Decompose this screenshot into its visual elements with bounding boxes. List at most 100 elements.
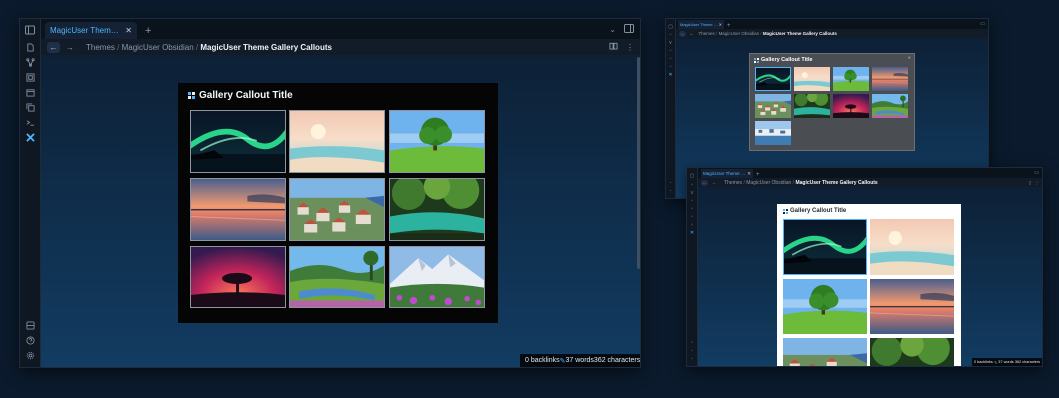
- right-sidebar-toggle-icon[interactable]: ▭: [1034, 170, 1039, 176]
- help-icon[interactable]: ◦: [687, 347, 698, 355]
- gallery-image-pastel-beach[interactable]: [289, 110, 385, 173]
- gallery-image-aurora-lake[interactable]: [783, 219, 867, 275]
- new-tab-button[interactable]: +: [145, 25, 151, 37]
- gallery-image-coastal-village[interactable]: [755, 94, 791, 118]
- settings-gear-icon[interactable]: ◦: [666, 187, 676, 195]
- gallery-image-lone-tree-meadow[interactable]: [833, 67, 869, 91]
- more-options-icon[interactable]: ⋮: [1035, 180, 1039, 185]
- forward-arrow-icon[interactable]: →: [689, 31, 694, 36]
- gallery-image-valley-river[interactable]: [289, 246, 385, 308]
- tab-close-icon[interactable]: ✕: [747, 171, 751, 177]
- tab-close-icon[interactable]: ✕: [125, 26, 132, 35]
- magic-x-icon[interactable]: [20, 130, 41, 145]
- gallery-image-sunset-reflection[interactable]: [190, 178, 286, 241]
- tab-list-chevron-icon[interactable]: ⌄: [609, 25, 616, 34]
- help-icon[interactable]: [20, 333, 41, 348]
- gallery-image-snowy-mountain-flowers[interactable]: [389, 246, 485, 308]
- character-count: 362 characters: [593, 357, 641, 364]
- calendar-icon[interactable]: ▫: [666, 55, 676, 63]
- tabbar-right-controls: ▭: [980, 21, 985, 27]
- canvas-icon[interactable]: [20, 70, 41, 85]
- calendar-icon[interactable]: [20, 85, 41, 100]
- gallery-image-red-sky-tree[interactable]: [190, 246, 286, 308]
- file-icon[interactable]: ▫: [666, 31, 676, 39]
- forward-arrow-icon[interactable]: →: [711, 180, 716, 186]
- vault-icon[interactable]: ▫: [687, 339, 698, 347]
- right-sidebar-toggle-icon[interactable]: ▭: [980, 21, 985, 27]
- word-count: 37 words: [998, 360, 1014, 364]
- right-sidebar-toggle-icon[interactable]: [624, 20, 634, 38]
- callout-title: Gallery Callout Title: [790, 208, 847, 214]
- sidebar-toggle-icon[interactable]: ▢: [666, 22, 676, 31]
- breadcrumb-themes[interactable]: Themes: [699, 31, 715, 36]
- reading-view-icon[interactable]: ▯: [1029, 180, 1031, 185]
- gallery-image-coastal-village[interactable]: [289, 178, 385, 241]
- edit-pencil-icon[interactable]: ✎: [994, 360, 997, 365]
- gallery-image-lone-tree-meadow[interactable]: [389, 110, 485, 173]
- help-icon[interactable]: ◦: [666, 179, 676, 187]
- copy-icon[interactable]: ▫: [666, 63, 676, 71]
- copy-icon[interactable]: ▫: [687, 213, 698, 221]
- breadcrumb-folder[interactable]: MagicUser Obsidian: [746, 180, 791, 186]
- gallery-image-pastel-beach[interactable]: [870, 219, 954, 275]
- gallery-image-aurora-lake[interactable]: [755, 67, 791, 91]
- settings-gear-icon[interactable]: ◦: [687, 355, 698, 363]
- gallery-image-aurora-lake[interactable]: [190, 110, 286, 173]
- graph-icon[interactable]: ⋎: [687, 189, 698, 197]
- tab-close-icon[interactable]: ✕: [719, 22, 722, 27]
- graph-icon[interactable]: [20, 55, 41, 70]
- back-arrow-icon[interactable]: ←: [679, 30, 686, 37]
- gallery-image-valley-river[interactable]: [872, 94, 908, 118]
- backlinks-count[interactable]: 0 backlinks: [974, 360, 993, 364]
- nav-right-controls: ▯ ⋮: [1029, 180, 1039, 185]
- forward-arrow-icon[interactable]: →: [66, 43, 74, 52]
- canvas-icon[interactable]: ▫: [687, 197, 698, 205]
- tab-active[interactable]: MagicUser Theme Gall… ✕: [701, 169, 753, 178]
- file-icon[interactable]: [20, 40, 41, 55]
- tab-active[interactable]: MagicUser Theme Gall… ✕: [678, 20, 724, 29]
- tab-bar: MagicUser Theme Gall… ✕ + ⌄: [41, 19, 640, 39]
- breadcrumb-separator: /: [716, 31, 718, 36]
- reading-view-icon[interactable]: [609, 42, 618, 52]
- breadcrumb-themes[interactable]: Themes: [86, 43, 115, 52]
- calendar-icon[interactable]: ▫: [687, 205, 698, 213]
- sidebar-toggle-icon[interactable]: [20, 19, 41, 40]
- magic-x-icon[interactable]: ✕: [666, 71, 676, 79]
- settings-gear-icon[interactable]: [20, 348, 41, 363]
- breadcrumb-folder[interactable]: MagicUser Obsidian: [719, 31, 760, 36]
- canvas-icon[interactable]: ▫: [666, 47, 676, 55]
- gallery-image-sunset-reflection[interactable]: [872, 67, 908, 91]
- gallery-callout: Gallery Callout Title ✕: [749, 53, 915, 151]
- gallery-image-forest-stream[interactable]: [870, 338, 954, 366]
- magic-x-icon[interactable]: ✕: [687, 229, 698, 237]
- graph-icon[interactable]: ⋎: [666, 39, 676, 47]
- status-bar: 0 backlinks ✎ 37 words 362 characters: [520, 354, 640, 367]
- gallery-image-seaside-town[interactable]: [755, 121, 791, 145]
- gallery-image-coastal-village[interactable]: [783, 338, 867, 366]
- breadcrumb-folder[interactable]: MagicUser Obsidian: [122, 43, 194, 52]
- gallery-image-lone-tree-meadow[interactable]: [783, 279, 867, 334]
- gallery-image-forest-stream[interactable]: [794, 94, 830, 118]
- sidebar-toggle-icon[interactable]: ▢: [687, 171, 698, 181]
- back-arrow-icon[interactable]: ←: [701, 179, 708, 186]
- terminal-icon[interactable]: ›: [687, 221, 698, 229]
- backlinks-count[interactable]: 0 backlinks: [525, 357, 560, 364]
- gallery-image-sunset-reflection[interactable]: [870, 279, 954, 334]
- scrollbar[interactable]: [637, 57, 640, 269]
- gallery-image-forest-stream[interactable]: [389, 178, 485, 241]
- tab-active[interactable]: MagicUser Theme Gall… ✕: [45, 22, 137, 39]
- preview-window-light: ▢ ▫ ⋎ ▫ ▫ ▫ › ✕ ▫ ◦ ◦ MagicUser Theme Ga…: [686, 167, 1043, 367]
- gallery-image-pastel-beach[interactable]: [794, 67, 830, 91]
- back-arrow-icon[interactable]: ←: [47, 41, 60, 53]
- file-icon[interactable]: ▫: [687, 181, 698, 189]
- gallery-image-red-sky-tree[interactable]: [833, 94, 869, 118]
- more-options-icon[interactable]: ⋮: [626, 43, 634, 52]
- nav-right-controls: ⋮: [609, 42, 634, 52]
- vault-icon[interactable]: [20, 318, 41, 333]
- left-ribbon: ▢ ▫ ⋎ ▫ ▫ ▫ ✕ ◦ ◦: [666, 19, 676, 198]
- breadcrumb-themes[interactable]: Themes: [724, 180, 742, 186]
- callout-close-icon[interactable]: ✕: [908, 55, 911, 60]
- terminal-icon[interactable]: [20, 115, 41, 130]
- copy-icon[interactable]: [20, 100, 41, 115]
- tabbar-right-controls: ▭: [1034, 170, 1039, 176]
